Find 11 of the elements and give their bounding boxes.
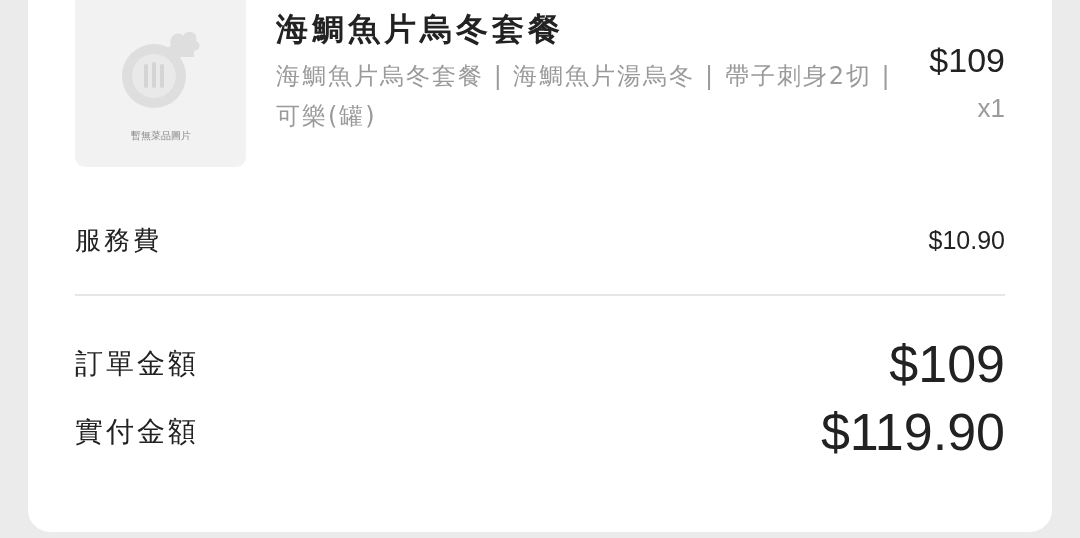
- total-amount: $119.90: [820, 406, 1005, 458]
- fee-amount: $10.90: [928, 224, 1005, 256]
- total-amount: $109: [889, 338, 1005, 390]
- item-quantity: x1: [976, 92, 1005, 125]
- total-label: 訂單金額: [75, 346, 199, 382]
- total-label: 實付金額: [75, 414, 199, 450]
- fee-label: 服務費: [75, 224, 162, 257]
- item-title: 海鯛魚片烏冬套餐: [276, 10, 565, 49]
- image-caption: 暫無菜品圖片: [130, 129, 191, 143]
- item-price: $109: [929, 43, 1005, 77]
- item-description: 海鯛魚片烏冬套餐 | 海鯛魚片湯烏冬 | 帶子刺身2切 | 可樂(罐): [276, 61, 893, 133]
